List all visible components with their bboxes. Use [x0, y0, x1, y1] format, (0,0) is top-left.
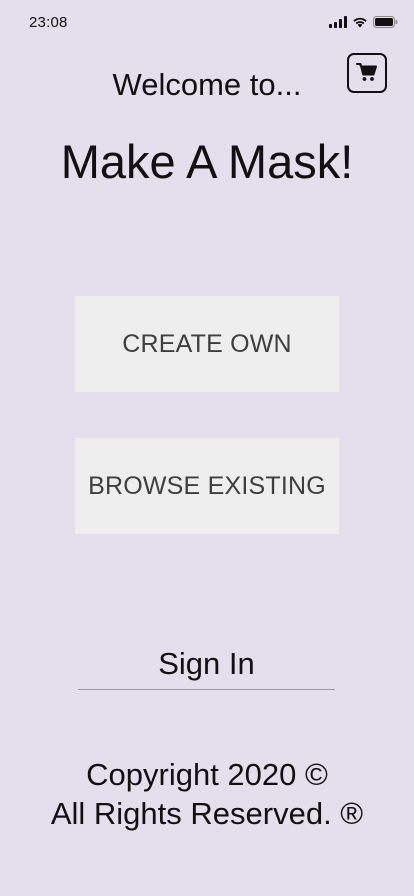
- status-time: 23:08: [29, 14, 68, 31]
- wifi-icon: [352, 16, 368, 28]
- cellular-signal-icon: [329, 16, 347, 28]
- rights-reserved-line: All Rights Reserved. ®: [50, 796, 364, 831]
- copyright-footer: Copyright 2020 © All Rights Reserved. ®: [0, 755, 414, 833]
- status-bar: 23:08: [0, 0, 414, 44]
- status-icons: [329, 16, 398, 28]
- sign-in-link[interactable]: Sign In: [78, 641, 335, 690]
- copyright-line: Copyright 2020 ©: [86, 757, 328, 792]
- shopping-cart-icon: [356, 62, 378, 85]
- browse-existing-button[interactable]: BROWSE EXISTING: [75, 438, 339, 534]
- cart-button[interactable]: [347, 53, 387, 93]
- app-title: Make A Mask!: [60, 135, 354, 188]
- battery-icon: [373, 16, 398, 28]
- create-own-button[interactable]: CREATE OWN: [75, 296, 339, 392]
